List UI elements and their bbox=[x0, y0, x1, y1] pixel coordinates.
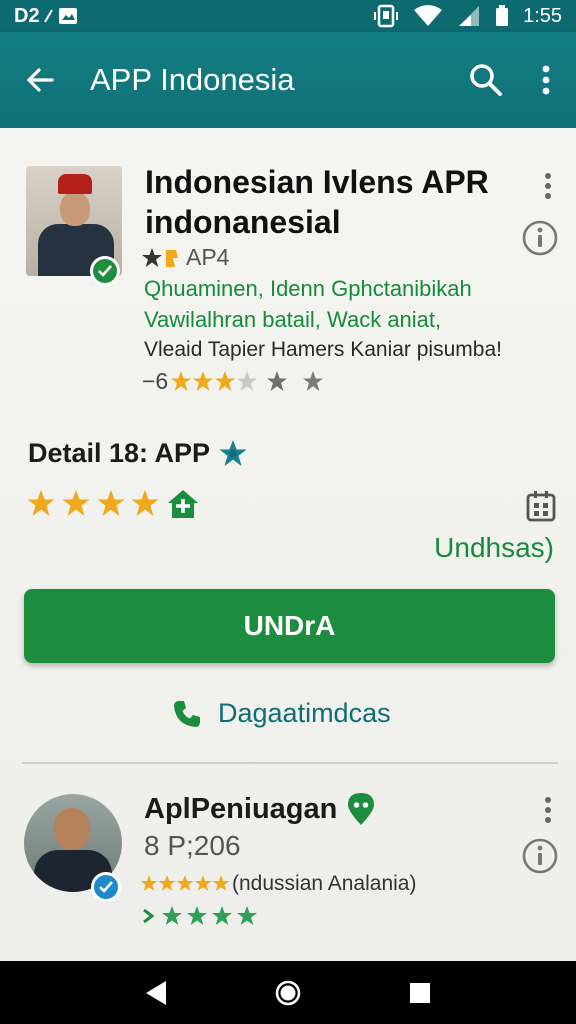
status-right: 1:55 bbox=[373, 4, 562, 28]
star-rating-icon bbox=[171, 370, 324, 391]
app-card[interactable]: AplPeniuagan 8 P;206 (ndussian Analania) bbox=[24, 792, 558, 962]
detail-rating bbox=[26, 488, 200, 520]
info-icon bbox=[522, 838, 558, 874]
app-menu-button[interactable] bbox=[538, 166, 558, 206]
info-icon bbox=[522, 220, 558, 256]
phone-icon bbox=[174, 700, 200, 727]
main-content: Indonesian Ivlens APR indonanesial AP4 Q… bbox=[0, 128, 576, 961]
search-icon bbox=[470, 64, 502, 96]
star-rating-icon bbox=[27, 490, 159, 516]
app-secondary-rating bbox=[142, 904, 282, 928]
calendar-button[interactable] bbox=[526, 490, 556, 522]
app-bar: APP Indonesia bbox=[0, 32, 576, 128]
arrow-back-icon bbox=[27, 68, 54, 92]
phone-link-label: Dagaatimdcas bbox=[218, 698, 391, 728]
app-title: AplPeniuagan bbox=[144, 792, 375, 826]
more-vert-icon bbox=[545, 797, 551, 823]
calendar-icon bbox=[526, 491, 556, 522]
app2-rating-text: (ndussian Analania) bbox=[232, 872, 417, 895]
nav-recents-button[interactable] bbox=[390, 963, 450, 1023]
location-pin-icon bbox=[348, 793, 375, 825]
more-vert-icon bbox=[545, 173, 551, 199]
add-home-icon[interactable] bbox=[166, 488, 200, 520]
photo-icon bbox=[58, 8, 77, 24]
nav-recents-icon bbox=[410, 982, 430, 1003]
app-rating: −6 bbox=[142, 368, 330, 395]
app-rating: (ndussian Analania) bbox=[140, 872, 416, 896]
notification-icon bbox=[43, 9, 53, 23]
green-star-rating-icon bbox=[143, 906, 257, 925]
app-meta: AP4 bbox=[142, 244, 229, 271]
verified-badge-icon bbox=[90, 256, 120, 286]
rating-prefix: −6 bbox=[142, 368, 169, 394]
star-rating-icon bbox=[140, 875, 230, 891]
app-title: Indonesian Ivlens APR indonanesial bbox=[145, 164, 489, 240]
page-title: APP Indonesia bbox=[90, 62, 295, 97]
status-bar: D2 1:55 bbox=[0, 0, 576, 32]
app-description-line: Vleaid Tapier Hamers Kaniar pisumba! bbox=[144, 338, 502, 361]
battery-icon bbox=[496, 5, 509, 26]
phone-link[interactable]: Dagaatimdcas bbox=[172, 698, 391, 729]
verified-badge-icon bbox=[91, 872, 121, 902]
signal-icon bbox=[459, 6, 480, 26]
vibrate-icon bbox=[374, 4, 399, 28]
app-description-line: Qhuaminen, Idenn Gphctanibikah bbox=[144, 276, 472, 301]
primary-action-button[interactable]: UNDrA bbox=[24, 589, 555, 663]
nav-back-button[interactable] bbox=[126, 963, 186, 1023]
divider bbox=[22, 762, 558, 764]
app-description-line: Vawilalhran batail, Wack aniat, bbox=[144, 307, 442, 332]
status-time: 1:55 bbox=[523, 4, 562, 27]
nav-back-icon bbox=[146, 980, 166, 1005]
status-left-text: D2 bbox=[14, 4, 40, 27]
nav-home-icon bbox=[275, 980, 301, 1005]
overflow-menu-button[interactable] bbox=[516, 32, 576, 128]
status-left: D2 bbox=[14, 5, 78, 28]
search-button[interactable] bbox=[456, 32, 516, 128]
nav-home-button[interactable] bbox=[258, 963, 318, 1023]
star-icon bbox=[142, 247, 178, 267]
navigation-bar bbox=[0, 961, 576, 1024]
info-button[interactable] bbox=[520, 218, 560, 258]
app-meta-text: AP4 bbox=[186, 244, 230, 270]
app-menu-button[interactable] bbox=[538, 792, 558, 828]
detail-heading: Detail 18: APP bbox=[28, 438, 248, 469]
app2-title-text: AplPeniuagan bbox=[144, 792, 338, 825]
star-badge-icon bbox=[219, 439, 247, 466]
detail-title: Detail 18: APP bbox=[28, 438, 211, 468]
app-bar-actions bbox=[456, 32, 576, 128]
update-link[interactable]: Undhsas) bbox=[434, 532, 554, 564]
back-button[interactable] bbox=[0, 32, 80, 128]
info-button[interactable] bbox=[520, 836, 560, 876]
wifi-icon bbox=[414, 5, 443, 26]
app-size: 8 P;206 bbox=[144, 830, 241, 861]
more-vert-icon bbox=[542, 65, 550, 95]
